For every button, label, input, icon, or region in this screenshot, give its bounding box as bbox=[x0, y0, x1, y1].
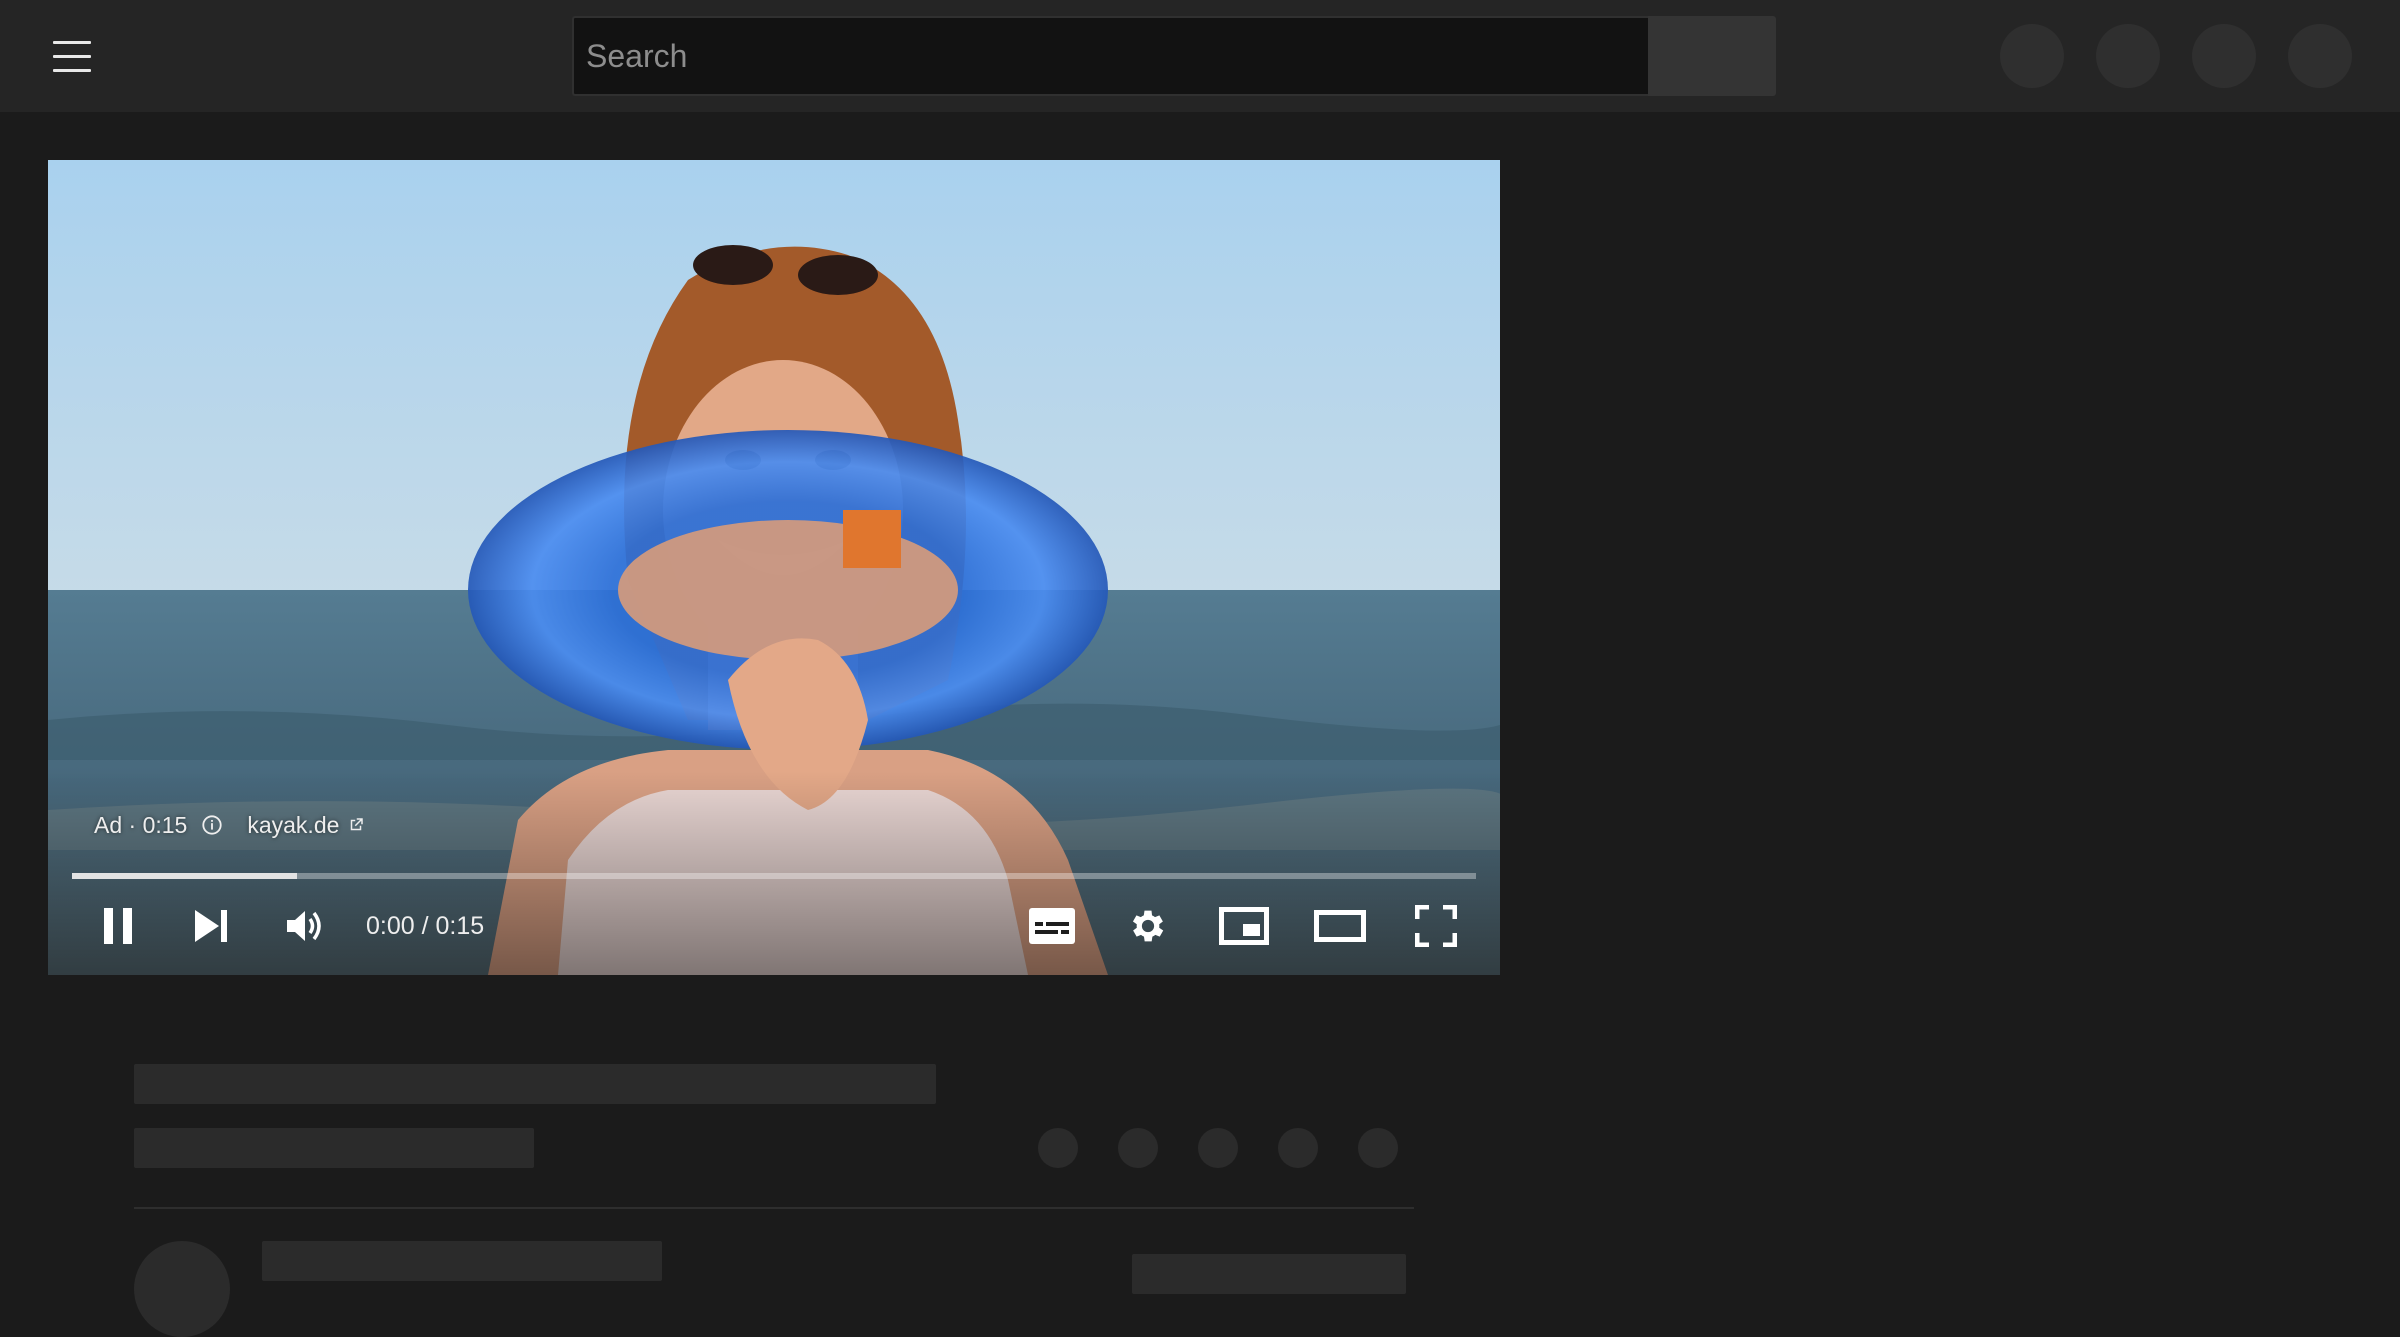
skip-next-icon bbox=[195, 910, 227, 942]
masthead-button-placeholder[interactable] bbox=[2288, 24, 2352, 88]
masthead-button-placeholder[interactable] bbox=[2192, 24, 2256, 88]
ad-video-frame bbox=[48, 160, 1500, 975]
fullscreen-button[interactable] bbox=[1400, 890, 1472, 962]
player-controls: 0:00 / 0:15 bbox=[48, 890, 1500, 962]
info-icon[interactable] bbox=[201, 814, 223, 836]
avatar[interactable] bbox=[134, 1241, 230, 1337]
subscribe-button-placeholder[interactable] bbox=[1132, 1254, 1406, 1294]
search-box bbox=[572, 16, 1650, 96]
search-input[interactable] bbox=[586, 18, 1650, 94]
fullscreen-icon bbox=[1415, 905, 1457, 947]
ad-badge: Ad · 0:15 bbox=[94, 811, 188, 838]
miniplayer-icon bbox=[1219, 907, 1269, 945]
title-placeholder bbox=[134, 1064, 936, 1104]
miniplayer-button[interactable] bbox=[1208, 890, 1280, 962]
subtitle-placeholder bbox=[134, 1128, 534, 1168]
action-button-placeholder[interactable] bbox=[1038, 1128, 1078, 1168]
advertiser-link[interactable]: kayak.de bbox=[247, 812, 365, 839]
advertiser-label: kayak.de bbox=[247, 811, 340, 838]
masthead bbox=[0, 0, 2400, 112]
subtitles-button[interactable] bbox=[1016, 890, 1088, 962]
gear-icon bbox=[1132, 910, 1164, 942]
channel-name-placeholder bbox=[262, 1241, 662, 1281]
pause-icon bbox=[104, 908, 132, 944]
volume-icon bbox=[287, 911, 321, 941]
divider bbox=[134, 1207, 1414, 1209]
settings-button[interactable] bbox=[1112, 890, 1184, 962]
progress-played bbox=[72, 873, 297, 879]
external-link-icon bbox=[351, 818, 364, 831]
theater-mode-icon bbox=[1314, 910, 1366, 942]
action-button-placeholder[interactable] bbox=[1358, 1128, 1398, 1168]
pause-button[interactable] bbox=[88, 890, 148, 962]
progress-bar[interactable] bbox=[72, 873, 1476, 879]
action-button-placeholder[interactable] bbox=[1198, 1128, 1238, 1168]
search-button[interactable] bbox=[1648, 16, 1776, 96]
theater-mode-button[interactable] bbox=[1304, 890, 1376, 962]
hamburger-menu-icon[interactable] bbox=[40, 26, 104, 86]
action-button-placeholder[interactable] bbox=[1118, 1128, 1158, 1168]
masthead-button-placeholder[interactable] bbox=[2096, 24, 2160, 88]
next-button[interactable] bbox=[182, 890, 242, 962]
subtitles-icon bbox=[1029, 908, 1075, 944]
ad-info-bar: Ad · 0:15 kayak.de bbox=[94, 806, 365, 844]
time-display: 0:00 / 0:15 bbox=[366, 911, 485, 940]
masthead-button-placeholder[interactable] bbox=[2000, 24, 2064, 88]
action-button-placeholder[interactable] bbox=[1278, 1128, 1318, 1168]
volume-button[interactable] bbox=[276, 890, 336, 962]
video-player[interactable]: Ad · 0:15 kayak.de 0:00 / 0:15 bbox=[48, 160, 1500, 975]
